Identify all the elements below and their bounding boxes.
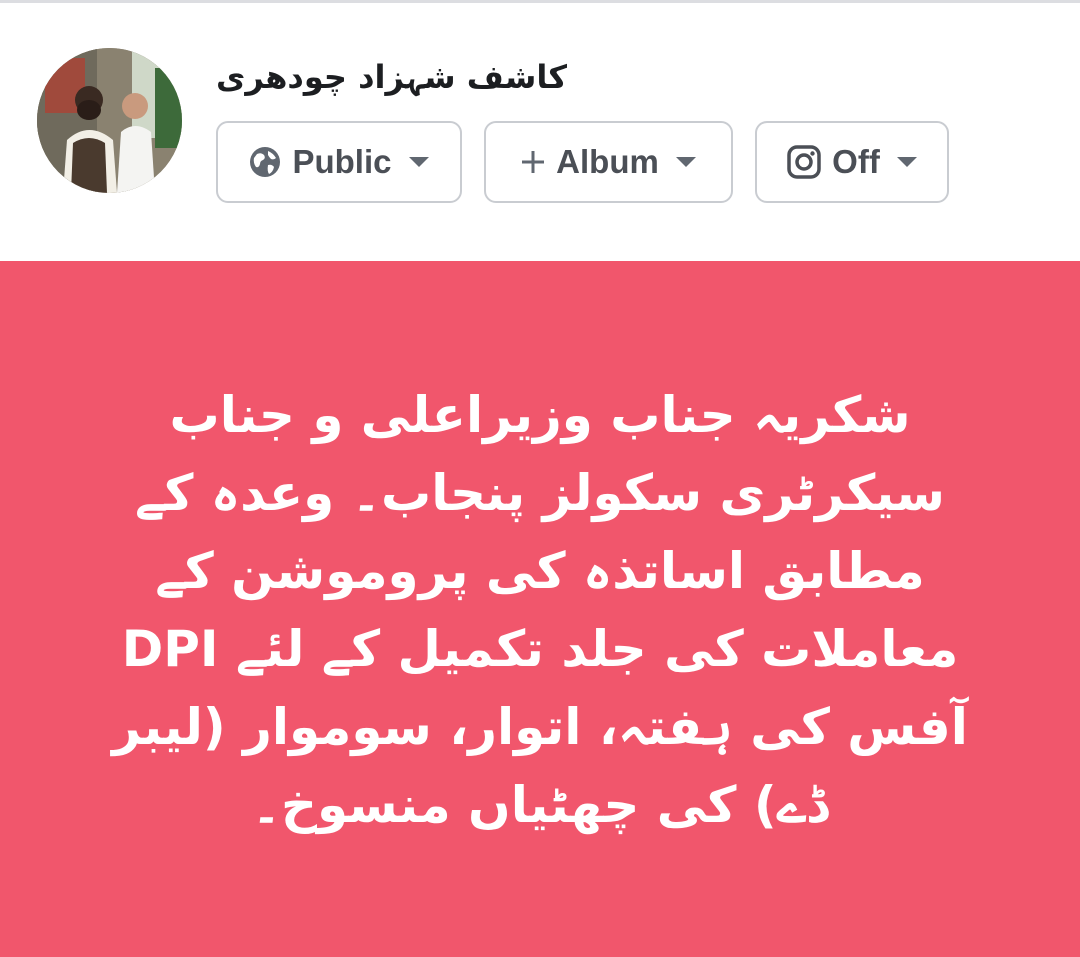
album-label: Album: [556, 143, 659, 180]
composer-header: کاشف شہزاد چودھری Public Album Off: [0, 3, 1080, 261]
chevron-down-icon: [675, 156, 697, 168]
post-text-line: مطابق اساتذہ کی پروموشن کے: [155, 542, 925, 600]
avatar[interactable]: [37, 48, 182, 193]
post-text-line: معاملات کی جلد تکمیل کے لئے DPI: [121, 620, 959, 678]
privacy-label: Public: [292, 143, 392, 180]
plus-icon: [520, 149, 546, 175]
chevron-down-icon: [408, 156, 430, 168]
instagram-icon: [786, 144, 822, 180]
post-text[interactable]: شکریہ جناب وزیراعلی و جناب سیکرٹری سکولز…: [80, 376, 1000, 844]
globe-icon: [248, 145, 282, 179]
post-text-line: سیکرٹری سکولز پنجاب۔ وعدہ کے: [135, 464, 945, 522]
chevron-down-icon: [896, 156, 918, 168]
instagram-share-toggle[interactable]: Off: [755, 121, 949, 203]
author-name[interactable]: کاشف شہزاد چودھری: [216, 53, 616, 101]
profile-photo-icon: [37, 48, 182, 193]
privacy-selector-button[interactable]: Public: [216, 121, 462, 203]
post-text-line: ڈے) کی چھٹیاں منسوخ۔: [251, 776, 829, 834]
post-text-line: آفس کی ہفتہ، اتوار، سوموار (لیبر: [112, 698, 968, 756]
colored-post-background[interactable]: شکریہ جناب وزیراعلی و جناب سیکرٹری سکولز…: [0, 261, 1080, 957]
album-selector-button[interactable]: Album: [484, 121, 733, 203]
post-composer-screen: کاشف شہزاد چودھری Public Album Off شکریہ…: [0, 0, 1080, 957]
post-text-line: شکریہ جناب وزیراعلی و جناب: [169, 386, 911, 444]
instagram-label: Off: [832, 143, 880, 180]
